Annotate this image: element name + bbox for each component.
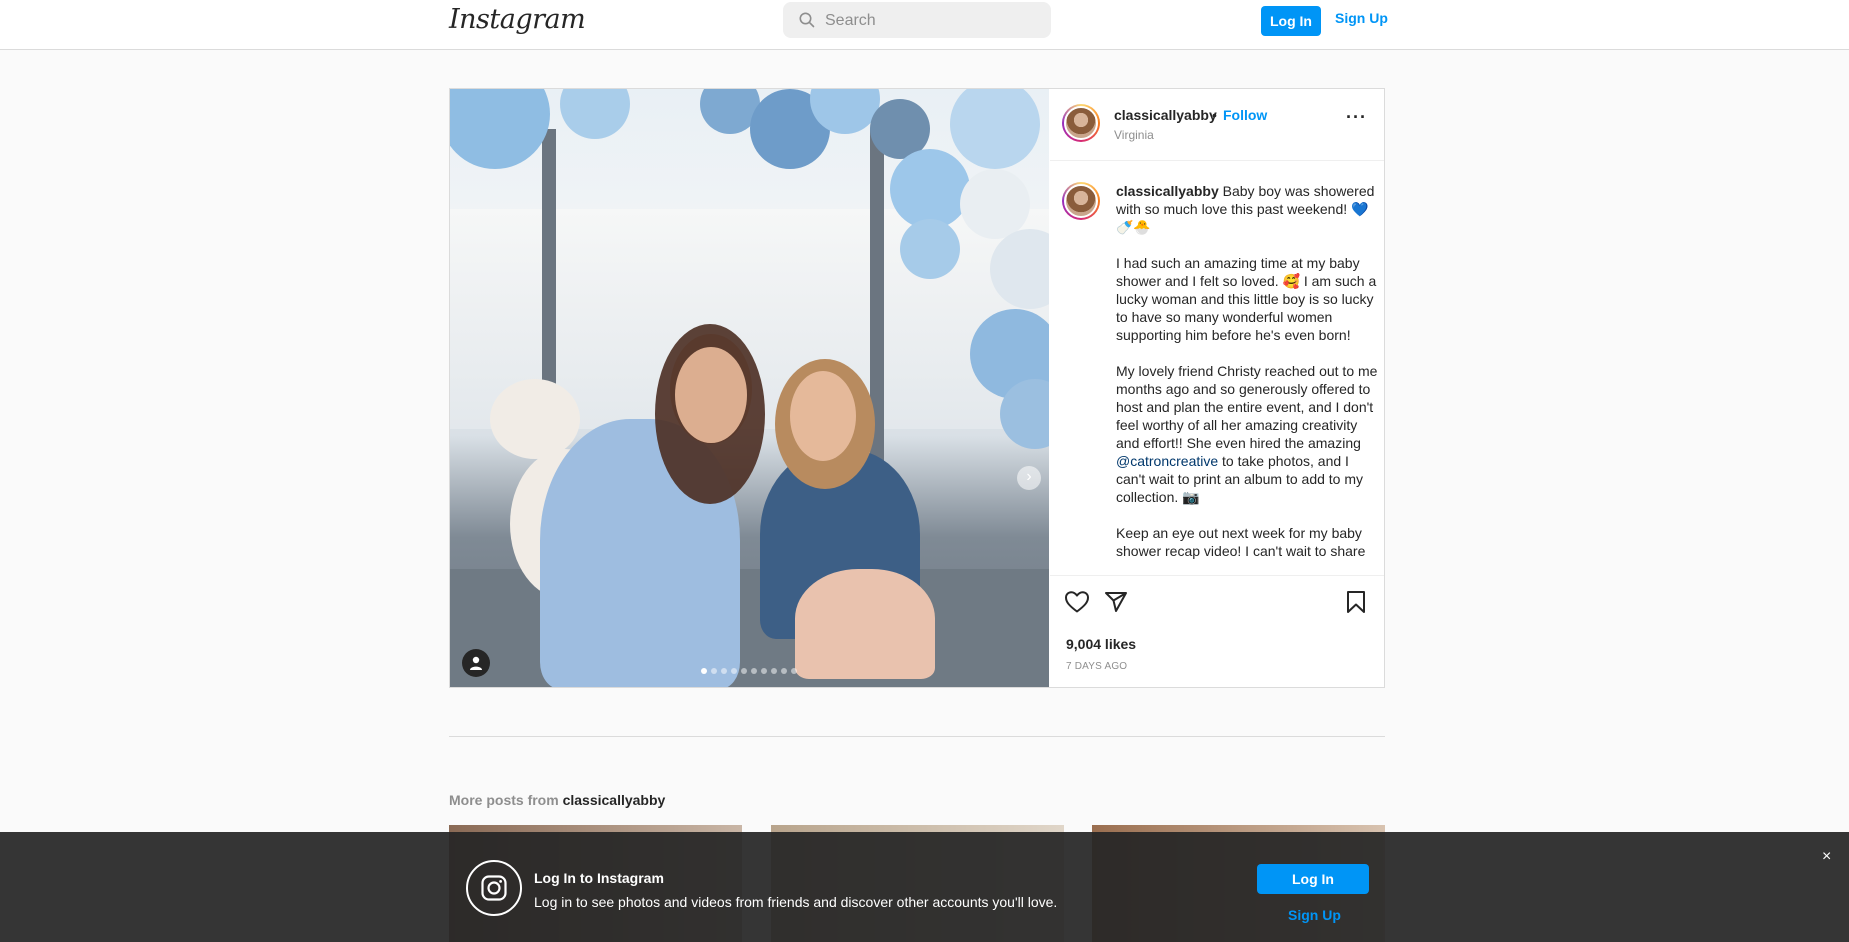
banner-login-button[interactable]: Log In xyxy=(1257,864,1369,894)
carousel-dot xyxy=(781,668,787,674)
more-posts-prefix: More posts from xyxy=(449,792,563,808)
section-divider xyxy=(449,736,1385,737)
instagram-glyph-icon xyxy=(466,860,522,916)
signup-link[interactable]: Sign Up xyxy=(1335,10,1388,26)
post-header: classicallyabby • Follow Virginia ··· xyxy=(1050,89,1384,161)
woman-right-skirt xyxy=(795,569,935,679)
photo-balloon xyxy=(560,89,630,139)
caption-scroll-area[interactable]: classicallyabby Baby boy was showered wi… xyxy=(1050,162,1384,564)
search-icon xyxy=(799,12,815,28)
post-timestamp[interactable]: 7 DAYS AGO xyxy=(1066,661,1127,672)
caption-text-4: Keep an eye out next week for my baby sh… xyxy=(1116,525,1366,564)
photo-balloon xyxy=(450,89,550,169)
likes-count[interactable]: 9,004 likes xyxy=(1066,636,1136,652)
carousel-dot xyxy=(731,668,737,674)
photo-balloon xyxy=(900,219,960,279)
top-nav: Instagram Log In Sign Up xyxy=(0,0,1849,50)
woman-right-face xyxy=(790,371,856,461)
follow-button[interactable]: Follow xyxy=(1223,107,1267,123)
post-location[interactable]: Virginia xyxy=(1114,128,1154,142)
carousel-dot xyxy=(741,668,747,674)
banner-signup-link[interactable]: Sign Up xyxy=(1288,907,1341,923)
carousel-dot xyxy=(761,668,767,674)
login-button[interactable]: Log In xyxy=(1261,6,1321,36)
caption-text-2: I had such an amazing time at my baby sh… xyxy=(1116,255,1377,343)
caption-text-3a: My lovely friend Christy reached out to … xyxy=(1116,363,1378,451)
banner-title: Log In to Instagram xyxy=(534,870,664,886)
carousel-dot xyxy=(791,668,797,674)
header-separator: • xyxy=(1212,107,1217,123)
bookmark-icon[interactable] xyxy=(1346,590,1366,614)
instagram-logo[interactable]: Instagram xyxy=(449,4,586,35)
search-input[interactable] xyxy=(825,10,1035,32)
mention-link[interactable]: @catroncreative xyxy=(1116,453,1218,469)
author-username[interactable]: classicallyabby xyxy=(1114,107,1217,123)
woman-left-face xyxy=(675,347,747,443)
carousel-dot xyxy=(711,668,717,674)
photo-balloon xyxy=(950,89,1040,169)
close-icon[interactable]: × xyxy=(1822,848,1831,866)
teddy-bear-head xyxy=(490,379,580,459)
share-icon[interactable] xyxy=(1104,590,1128,614)
user-tag-icon xyxy=(470,656,482,670)
photo-balloon xyxy=(890,149,970,229)
chevron-right-icon: › xyxy=(1026,468,1032,485)
author-avatar[interactable] xyxy=(1062,104,1100,142)
post-caption: classicallyabby Baby boy was showered wi… xyxy=(1116,182,1378,564)
caption-username[interactable]: classicallyabby xyxy=(1116,183,1219,199)
post-photo[interactable]: › xyxy=(450,89,1049,687)
carousel-dot xyxy=(721,668,727,674)
login-banner: Log In to Instagram Log in to see photos… xyxy=(0,832,1849,942)
carousel-dot xyxy=(701,668,707,674)
more-options-button[interactable]: ··· xyxy=(1346,107,1367,128)
post-actions: 9,004 likes 7 DAYS AGO xyxy=(1050,575,1384,687)
carousel-dot xyxy=(771,668,777,674)
more-posts-username[interactable]: classicallyabby xyxy=(563,792,666,808)
banner-text: Log in to see photos and videos from fri… xyxy=(534,894,1058,910)
post-sidebar: classicallyabby • Follow Virginia ··· cl… xyxy=(1050,89,1384,687)
heart-icon[interactable] xyxy=(1064,590,1090,614)
search-box[interactable] xyxy=(783,2,1051,38)
caption-avatar[interactable] xyxy=(1062,182,1100,220)
photo-balloon xyxy=(960,169,1030,239)
more-posts-heading: More posts from classicallyabby xyxy=(449,792,665,808)
carousel-indicator xyxy=(701,668,797,676)
user-tags-button[interactable] xyxy=(462,649,490,677)
carousel-next-button[interactable]: › xyxy=(1017,466,1041,490)
carousel-dot xyxy=(751,668,757,674)
post-card: › classicallyabby • Follow Virginia ··· … xyxy=(449,88,1385,688)
